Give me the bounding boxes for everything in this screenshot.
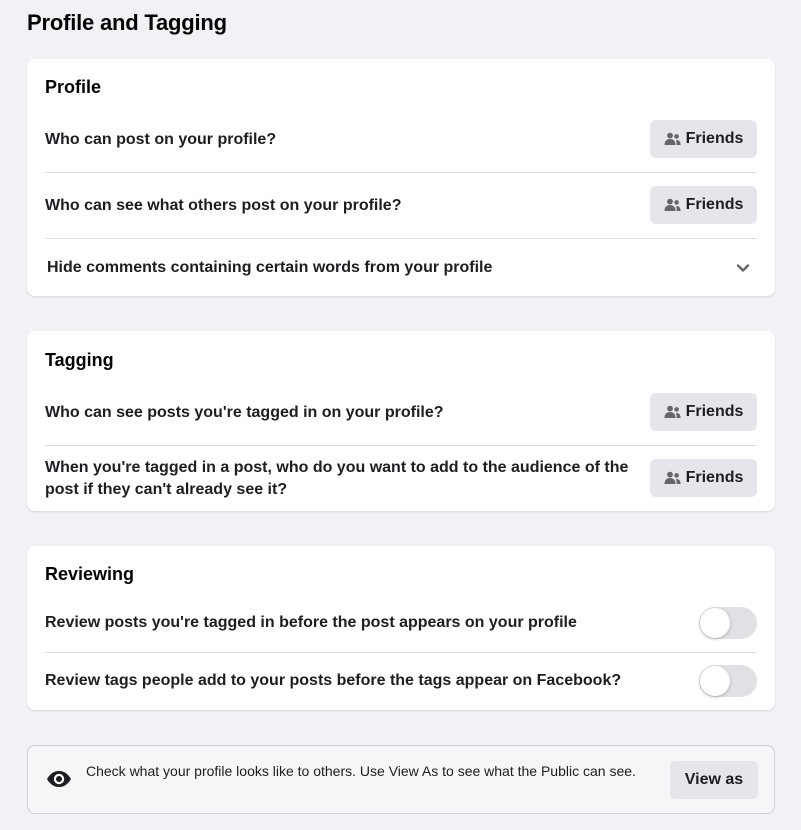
friends-icon (664, 471, 681, 485)
review-tagged-posts-toggle[interactable] (699, 607, 757, 639)
tagged-audience-row: When you're tagged in a post, who do you… (45, 459, 757, 498)
divider (45, 238, 757, 239)
tagged-audience-button[interactable]: Friends (650, 459, 757, 497)
view-as-button[interactable]: View as (670, 761, 758, 799)
audience-label: Friends (685, 403, 744, 420)
eye-icon (46, 770, 72, 793)
see-others-posts-label: Who can see what others post on your pro… (45, 197, 402, 214)
profile-section: Profile Who can post on your profile? Fr… (27, 59, 775, 296)
view-as-section: Check what your profile looks like to ot… (27, 745, 775, 814)
page-title: Profile and Tagging (27, 10, 227, 35)
tagging-section-title: Tagging (45, 350, 114, 370)
reviewing-section-title: Reviewing (45, 564, 135, 584)
divider (45, 445, 757, 446)
toggle-knob (700, 608, 730, 638)
chevron-down-icon[interactable] (735, 260, 751, 276)
review-tagged-posts-label: Review posts you're tagged in before the… (45, 614, 577, 631)
review-tagged-posts-row: Review posts you're tagged in before the… (45, 607, 757, 639)
friends-icon (664, 198, 681, 212)
post-on-profile-row: Who can post on your profile? Friends (45, 120, 757, 158)
profile-section-title: Profile (45, 77, 102, 97)
divider (45, 172, 757, 173)
review-tags-toggle[interactable] (699, 665, 757, 697)
review-tags-label: Review tags people add to your posts bef… (45, 672, 622, 689)
post-on-profile-audience-button[interactable]: Friends (650, 120, 757, 158)
tagged-audience-label: When you're tagged in a post, who do you… (45, 459, 629, 498)
friends-icon (664, 132, 681, 146)
review-tags-row: Review tags people add to your posts bef… (45, 665, 757, 697)
divider (45, 652, 757, 653)
toggle-knob (700, 666, 730, 696)
hide-comments-label: Hide comments containing certain words f… (47, 259, 493, 276)
audience-label: Friends (685, 130, 744, 147)
reviewing-section: Reviewing Review posts you're tagged in … (27, 546, 775, 710)
audience-label: Friends (685, 196, 744, 213)
see-others-posts-row: Who can see what others post on your pro… (45, 186, 757, 224)
view-as-description: Check what your profile looks like to ot… (86, 763, 636, 779)
friends-icon (664, 405, 681, 419)
tagged-posts-audience-button[interactable]: Friends (650, 393, 757, 431)
hide-comments-row[interactable]: Hide comments containing certain words f… (45, 252, 757, 284)
audience-label: Friends (685, 469, 744, 486)
tagging-section: Tagging Who can see posts you're tagged … (27, 331, 775, 511)
tagged-posts-visibility-label: Who can see posts you're tagged in on yo… (45, 404, 444, 421)
post-on-profile-label: Who can post on your profile? (45, 131, 277, 148)
see-others-posts-audience-button[interactable]: Friends (650, 186, 757, 224)
tagged-posts-visibility-row: Who can see posts you're tagged in on yo… (45, 393, 757, 431)
